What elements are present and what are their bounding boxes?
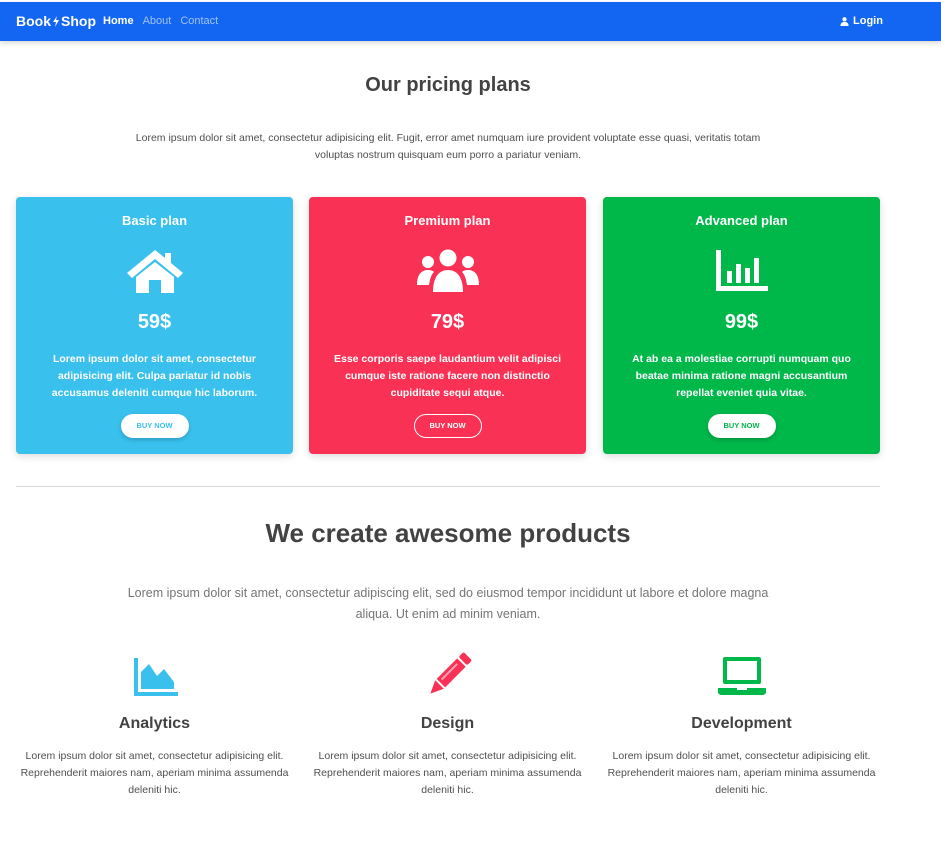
login-link[interactable]: Login (840, 2, 883, 41)
plan-price: 79$ (430, 311, 465, 333)
pricing-card-premium: Premium plan 79$ Esse corporis saepe lau… (309, 197, 586, 454)
laptop-icon (717, 657, 766, 695)
brand-text-book: Book (16, 13, 51, 29)
nav-link-about[interactable]: About (143, 2, 172, 41)
plan-name: Premium plan (404, 213, 491, 228)
pricing-title: Our pricing plans (365, 74, 531, 96)
feature-development: Development Lorem ipsum dolor sit amet, … (603, 652, 880, 799)
products-lead: Lorem ipsum dolor sit amet, consectetur … (127, 586, 769, 621)
plan-description: Esse corporis saepe laudantium velit adi… (333, 353, 561, 399)
login-label: Login (853, 15, 883, 27)
feature-title: Design (420, 715, 475, 732)
feature-analytics: Analytics Lorem ipsum dolor sit amet, co… (16, 652, 293, 799)
buy-now-button-basic[interactable]: Buy now (120, 414, 189, 438)
products-title: We create awesome products (265, 518, 631, 548)
pricing-card-advanced: Advanced plan 99$ At ab ea a molestiae c… (603, 197, 880, 454)
pricing-card-basic: Basic plan 59$ Lorem ipsum dolor sit ame… (16, 197, 293, 454)
chart-area-icon (133, 658, 178, 696)
feature-text: Lorem ipsum dolor sit amet, consectetur … (313, 750, 582, 796)
users-icon (416, 249, 479, 292)
user-icon (840, 17, 849, 26)
feature-design: Design Lorem ipsum dolor sit amet, conse… (309, 652, 586, 799)
pencil-icon (429, 652, 471, 694)
nav-link-contact[interactable]: Contact (180, 2, 218, 41)
section-divider (16, 486, 880, 487)
pricing-lead: Lorem ipsum dolor sit amet, consectetur … (135, 132, 761, 161)
brand-text-shop: Shop (61, 13, 96, 29)
plan-description: At ab ea a molestiae corrupti numquam qu… (632, 353, 851, 399)
feature-text: Lorem ipsum dolor sit amet, consectetur … (20, 750, 289, 796)
bolt-icon (53, 16, 59, 27)
plan-price: 59$ (137, 311, 172, 333)
nav-links: Home About Contact (103, 2, 227, 41)
plan-name: Advanced plan (695, 213, 788, 228)
buy-now-button-premium[interactable]: Buy now (413, 414, 482, 438)
home-icon (126, 250, 183, 293)
plan-description: Lorem ipsum dolor sit amet, consectetur … (51, 353, 258, 399)
buy-now-button-advanced[interactable]: Buy now (707, 414, 776, 438)
feature-title: Development (691, 715, 792, 732)
feature-text: Lorem ipsum dolor sit amet, consectetur … (607, 750, 876, 796)
feature-title: Analytics (118, 715, 191, 732)
brand-logo[interactable]: Book Shop (16, 2, 96, 41)
plan-price: 99$ (724, 311, 759, 333)
plan-name: Basic plan (121, 213, 188, 228)
chart-bar-icon (715, 250, 768, 291)
nav-link-home[interactable]: Home (103, 2, 134, 41)
navbar: Book Shop Home About Contact Login (0, 2, 941, 41)
